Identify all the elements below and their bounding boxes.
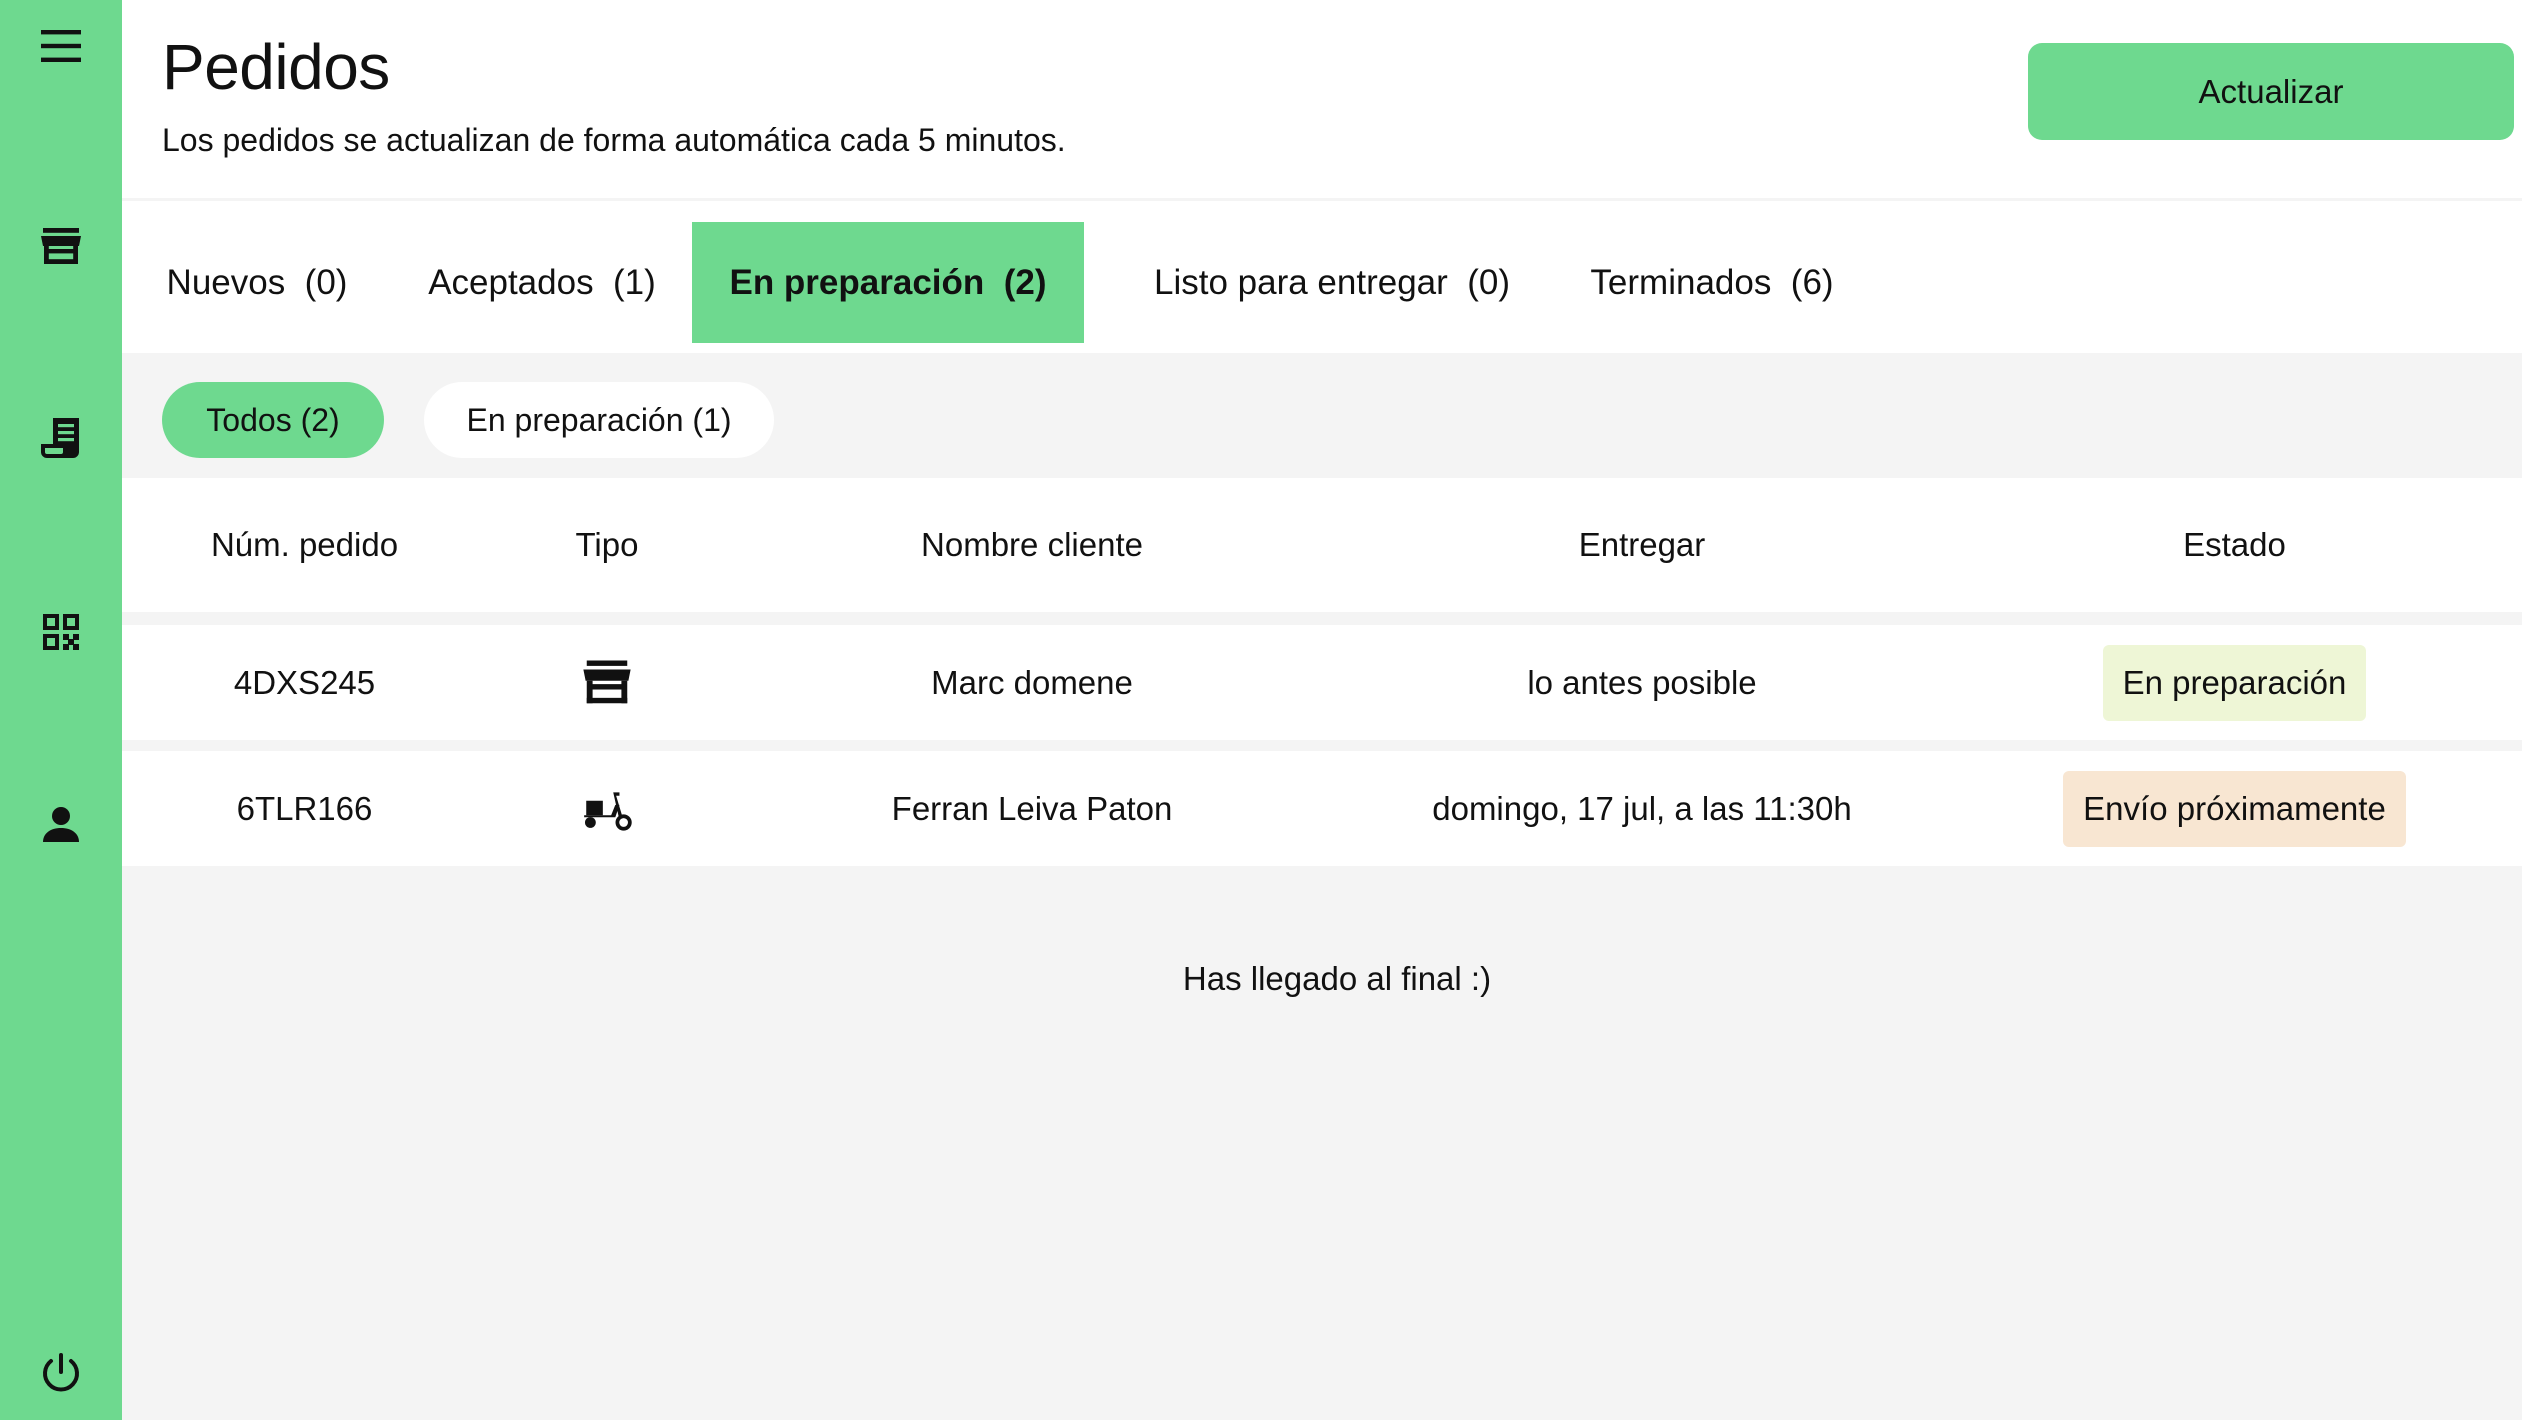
column-header-type: Tipo: [575, 526, 639, 563]
filter-chip-todos[interactable]: Todos (2): [162, 382, 384, 458]
column-header-status: Estado: [2183, 526, 2286, 563]
store-icon[interactable]: [31, 216, 91, 276]
tab-nuevos[interactable]: Nuevos (0): [162, 222, 352, 343]
scooter-icon: [487, 751, 727, 866]
tab-aceptados[interactable]: Aceptados (1): [422, 222, 662, 343]
page-subtitle: Los pedidos se actualizan de forma autom…: [162, 122, 1066, 158]
delivery-time: domingo, 17 jul, a las 11:30h: [1432, 789, 1852, 827]
order-number: 4DXS245: [233, 663, 376, 701]
column-header-customer: Nombre cliente: [921, 526, 1143, 563]
page-title: Pedidos: [162, 31, 390, 103]
status-tabs: Nuevos (0) Aceptados (1) En preparación …: [122, 201, 2522, 353]
table-row[interactable]: 4DXS245 Marc domene lo antes posible En …: [122, 625, 2522, 740]
delivery-time: lo antes posible: [1527, 663, 1757, 701]
status-badge: Envío próximamente: [2063, 770, 2406, 847]
store-icon: [487, 625, 727, 740]
customer-name: Marc domene: [931, 663, 1133, 701]
menu-icon[interactable]: [31, 16, 91, 76]
status-badge: En preparación: [2102, 644, 2367, 721]
qr-code-icon[interactable]: [31, 602, 91, 662]
power-icon[interactable]: [31, 1344, 91, 1404]
end-of-list-text: Has llegado al final :): [1182, 960, 1492, 997]
tab-terminados[interactable]: Terminados (6): [1572, 222, 1852, 343]
sidebar: [0, 0, 122, 1420]
table-header: Núm. pedido Tipo Nombre cliente Entregar…: [122, 478, 2522, 612]
column-header-order: Núm. pedido: [210, 526, 399, 563]
filter-chip-en-preparacion[interactable]: En preparación (1): [424, 382, 774, 458]
user-icon[interactable]: [31, 794, 91, 854]
tab-listo-para-entregar[interactable]: Listo para entregar (0): [1122, 222, 1542, 343]
table-row[interactable]: 6TLR166 Ferran Leiva Paton domingo, 17 j…: [122, 751, 2522, 866]
customer-name: Ferran Leiva Paton: [891, 789, 1173, 827]
receipt-icon[interactable]: [31, 408, 91, 468]
order-number: 6TLR166: [236, 789, 373, 827]
page-header: Pedidos Los pedidos se actualizan de for…: [122, 0, 2522, 198]
column-header-deliver: Entregar: [1578, 526, 1706, 563]
status-cell: En preparación: [1947, 625, 2522, 740]
status-cell: Envío próximamente: [1947, 751, 2522, 866]
tab-en-preparacion[interactable]: En preparación (2): [692, 222, 1084, 343]
refresh-button[interactable]: Actualizar: [2028, 43, 2514, 140]
